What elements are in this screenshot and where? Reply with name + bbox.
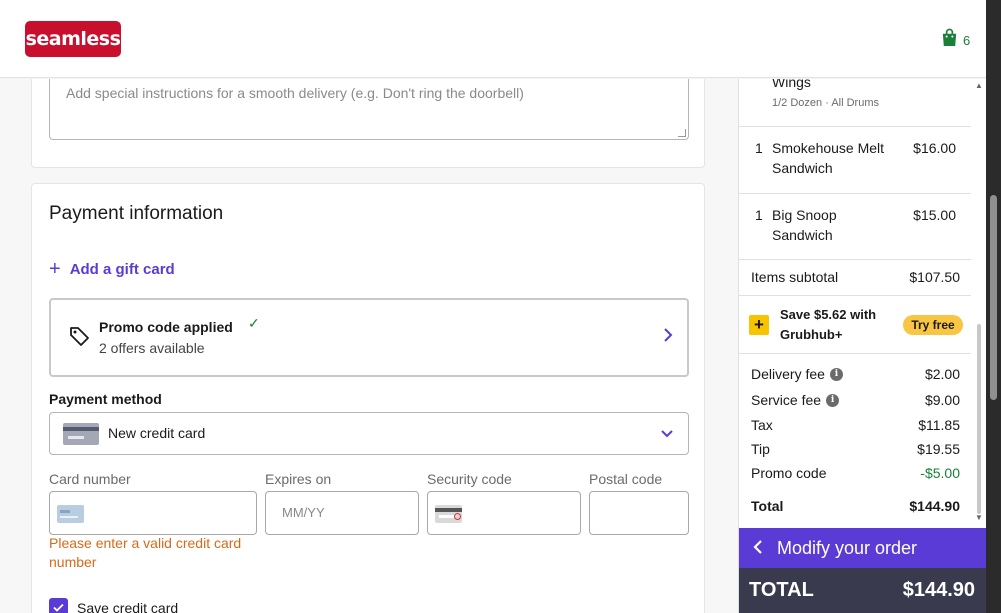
payment-method-label: Payment method [49,391,162,407]
order-item-price: $16.00 [913,140,956,156]
card-placeholder-icon [57,505,84,523]
grubhub-plus-promo: Save $5.62 with Grubhub+ [780,307,877,342]
tax-value: $11.85 [918,417,960,433]
postal-code-label: Postal code [589,471,663,487]
order-item-qty: 1 [755,207,763,223]
credit-card-icon [63,423,99,445]
postal-code-input[interactable] [589,491,689,535]
shopping-bag-icon [940,28,959,52]
save-credit-card-checkbox[interactable]: Save credit card [49,598,178,613]
security-code-input[interactable] [427,491,581,535]
resize-grip-icon[interactable] [678,129,686,137]
card-number-label: Card number [49,471,131,487]
page-scrollbar[interactable] [986,0,1001,613]
info-icon[interactable]: i [829,367,843,381]
divider [739,295,971,296]
grubhub-plus-icon: + [749,315,769,335]
order-item-options: 1/2 Dozen · All Drums [772,97,879,109]
divider [739,193,971,194]
save-credit-card-label: Save credit card [77,599,179,613]
promo-code-box[interactable]: Promo code applied ✓ 2 offers available [49,298,689,377]
delivery-fee-label: Delivery fee i [751,366,843,382]
order-item-name[interactable]: Smokehouse Melt Sandwich [772,138,892,178]
chevron-down-icon [660,426,674,444]
sidebar-scroll-thumb[interactable] [977,324,981,514]
cart-bag-button[interactable]: 6 [940,28,970,52]
cart-count: 6 [963,32,971,48]
promo-code-value: -$5.00 [920,465,960,481]
service-fee-label: Service fee i [751,392,840,408]
tag-icon [68,325,90,352]
divider [739,259,971,260]
chevron-right-icon [663,327,673,348]
check-icon: ✓ [248,315,260,331]
total-bar: TOTAL $144.90 [739,568,986,613]
delivery-instructions-card: Add special instructions for a smooth de… [31,79,705,168]
tax-label: Tax [751,417,773,433]
chevron-left-icon [753,535,763,561]
modify-order-button[interactable]: Modify your order [739,528,986,568]
info-icon[interactable]: i [826,393,840,407]
order-item-name[interactable]: Big Snoop Sandwich [772,205,892,245]
payment-method-value: New credit card [108,425,206,441]
scroll-up-icon[interactable]: ▲ [975,81,983,90]
expires-input[interactable]: MM/YY [265,491,419,535]
expires-placeholder: MM/YY [282,505,325,520]
gift-card-label: Add a gift card [69,260,175,278]
expires-label: Expires on [265,471,332,487]
service-fee-value: $9.00 [924,392,960,408]
subtotal-value: $107.50 [909,269,960,285]
top-header: seamless 6 [0,0,1001,78]
total-label: Total [751,498,784,514]
checkout-main: Add special instructions for a smooth de… [0,79,738,613]
promo-code-label: Promo code [751,465,827,481]
card-error-message: Please enter a valid credit card number [49,535,242,570]
order-summary-sidebar: ▲ ▼ Wings 1/2 Dozen · All Drums 1 Smokeh… [738,79,986,613]
special-instructions-textarea[interactable]: Add special instructions for a smooth de… [49,79,689,140]
card-number-input[interactable] [49,491,257,535]
seamless-logo[interactable]: seamless [25,21,121,57]
payment-method-select[interactable]: New credit card [49,412,689,455]
plus-icon: + [49,258,61,280]
tip-value: $19.55 [917,441,960,457]
instructions-placeholder: Add special instructions for a smooth de… [66,85,524,101]
delivery-fee-value: $2.00 [924,366,960,382]
promo-offers-count: 2 offers available [99,340,205,356]
try-free-button[interactable]: Try free [903,315,963,335]
divider [739,126,971,127]
modify-order-label: Modify your order [777,537,918,558]
order-item-price: $15.00 [913,207,956,223]
total-value: $144.90 [909,498,960,514]
security-code-label: Security code [427,471,512,487]
payment-title: Payment information [49,203,224,224]
checkbox-checked-icon [49,598,68,613]
divider [739,353,971,354]
total-bar-amount: $144.90 [902,579,975,601]
order-item-qty: 1 [755,140,763,156]
promo-applied-title: Promo code applied [99,319,233,335]
payment-information-card: Payment information + Add a gift card Pr… [31,183,705,613]
order-item-name: Wings [772,79,811,90]
add-gift-card-link[interactable]: + Add a gift card [49,259,175,279]
page-scroll-thumb[interactable] [990,195,997,400]
tip-label: Tip [751,441,770,457]
scroll-down-icon[interactable]: ▼ [975,513,983,522]
subtotal-label: Items subtotal [751,269,839,285]
sidebar-scrollbar[interactable]: ▲ ▼ [974,79,984,529]
security-code-card-icon [435,505,462,523]
total-bar-label: TOTAL [749,579,814,601]
